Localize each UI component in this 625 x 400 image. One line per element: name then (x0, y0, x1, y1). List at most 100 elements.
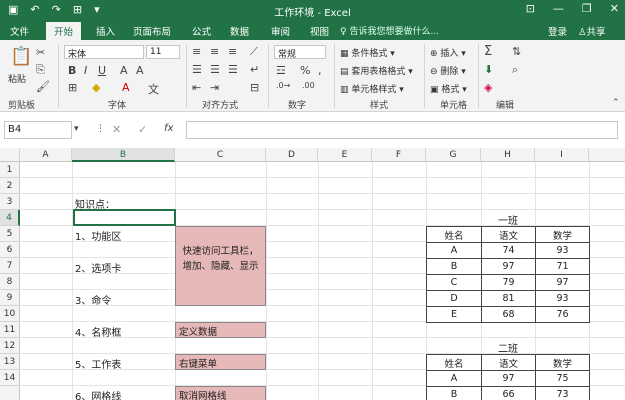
table-cell[interactable]: 66 (481, 386, 536, 400)
row-header[interactable]: 11 (0, 322, 20, 338)
table-cell[interactable]: 75 (535, 370, 590, 387)
enter-icon[interactable]: ✓ (138, 123, 147, 136)
border-icon[interactable]: ⊞ (68, 81, 77, 94)
row-header[interactable]: 5 (0, 226, 20, 242)
restore-button[interactable]: ❐ (582, 2, 592, 15)
percent-icon[interactable]: % (300, 64, 310, 77)
align-bottom-icon[interactable]: ≡ (228, 45, 237, 58)
tab-formulas[interactable]: 公式 (192, 24, 211, 38)
header-cell[interactable]: 姓名 (426, 226, 482, 243)
cell-b11[interactable]: 4、名称框 (75, 324, 121, 339)
cell-b14[interactable]: 6、网格线 (75, 388, 121, 400)
row-header[interactable]: 2 (0, 178, 20, 194)
worksheet-grid[interactable]: A B C D E F G H I 1 2 3 4 5 6 7 8 9 10 1… (0, 148, 625, 400)
tab-review[interactable]: 审阅 (271, 24, 290, 38)
login-button[interactable]: 登录 (548, 24, 567, 38)
row-header[interactable]: 13 (0, 354, 20, 370)
header-cell[interactable]: 姓名 (426, 354, 482, 371)
select-all-corner[interactable] (0, 148, 20, 162)
row-header[interactable]: 1 (0, 162, 20, 178)
clear-icon[interactable]: ◈ (484, 81, 492, 94)
table-cell[interactable]: 97 (535, 274, 590, 291)
header-cell[interactable]: 语文 (481, 354, 536, 371)
insert-cells-button[interactable]: ⊕ 插入 ▾ (430, 46, 466, 59)
column-header[interactable]: C (175, 148, 266, 162)
format-as-table-button[interactable]: ▤ 套用表格格式 ▾ (340, 64, 413, 77)
cell-b7[interactable]: 2、选项卡 (75, 260, 121, 275)
orientation-icon[interactable]: ⟋ (250, 45, 258, 59)
ribbon-options-icon[interactable]: ⊡ (526, 2, 535, 15)
cut-icon[interactable]: ✂ (36, 46, 45, 59)
insert-function-icon[interactable]: fx (164, 123, 173, 134)
tab-view[interactable]: 视图 (310, 24, 329, 38)
font-color-icon[interactable]: A (122, 81, 130, 94)
note-box-sheet[interactable]: 右键菜单 (175, 354, 266, 370)
delete-cells-button[interactable]: ⊖ 删除 ▾ (430, 64, 466, 77)
find-select-icon[interactable]: ⌕ (512, 63, 518, 77)
table-cell[interactable]: C (426, 274, 482, 291)
name-box-dropdown-icon[interactable]: ▾ (74, 124, 79, 134)
tab-home[interactable]: 开始 (46, 22, 82, 40)
autosum-icon[interactable]: Σ (484, 44, 492, 59)
column-header[interactable]: E (318, 148, 372, 162)
more-options-icon[interactable]: ⋮ (96, 124, 105, 134)
decrease-indent-icon[interactable]: ⇤ (192, 81, 201, 94)
align-top-icon[interactable]: ≡ (192, 45, 201, 58)
accounting-format-icon[interactable]: ☲ (276, 64, 286, 77)
table-cell[interactable]: 97 (481, 370, 536, 387)
cell-b13[interactable]: 5、工作表 (75, 356, 121, 371)
row-header[interactable]: 12 (0, 338, 20, 354)
header-cell[interactable]: 语文 (481, 226, 536, 243)
row-header[interactable]: 6 (0, 242, 20, 258)
paste-label[interactable]: 粘贴 (8, 72, 26, 85)
minimize-button[interactable]: — (553, 2, 564, 15)
header-cell[interactable]: 数学 (535, 226, 590, 243)
row-header[interactable]: 10 (0, 306, 20, 322)
table-cell[interactable]: 71 (535, 258, 590, 275)
row-header[interactable]: 14 (0, 370, 20, 386)
tab-data[interactable]: 数据 (230, 24, 249, 38)
column-header[interactable]: A (20, 148, 72, 162)
tab-file[interactable]: 文件 (10, 24, 29, 38)
column-header[interactable]: G (426, 148, 481, 162)
column-header[interactable]: H (481, 148, 535, 162)
phonetic-icon[interactable]: 文 (148, 81, 159, 97)
copy-icon[interactable]: ⎘ (36, 63, 45, 77)
cell-b9[interactable]: 3、命令 (75, 292, 111, 307)
table-cell[interactable]: 74 (481, 242, 536, 259)
comma-icon[interactable]: , (318, 64, 322, 77)
font-size-select[interactable]: 11 (146, 45, 180, 59)
table-cell[interactable]: 73 (535, 386, 590, 400)
share-button[interactable]: ♙共享 (578, 24, 606, 38)
table-cell[interactable]: E (426, 306, 482, 323)
formula-input[interactable] (186, 121, 618, 139)
cancel-icon[interactable]: ✕ (112, 123, 121, 136)
table-cell[interactable]: D (426, 290, 482, 307)
table-cell[interactable]: 81 (481, 290, 536, 307)
conditional-format-button[interactable]: ▦ 条件格式 ▾ (340, 46, 395, 59)
font-name-select[interactable]: 宋体 (64, 45, 144, 60)
sort-filter-icon[interactable]: ⇅ (512, 45, 521, 58)
merge-center-icon[interactable]: ⊟ (250, 81, 259, 94)
column-header[interactable]: D (266, 148, 318, 162)
table-cell[interactable]: 93 (535, 242, 590, 259)
row-header[interactable]: 4 (0, 210, 20, 226)
row-header[interactable]: 8 (0, 274, 20, 290)
font-shrink-icon[interactable]: A (136, 64, 144, 77)
bold-icon[interactable]: B (68, 64, 76, 77)
decrease-decimal-icon[interactable]: .00 (302, 81, 315, 90)
align-left-icon[interactable]: ☰ (192, 63, 202, 76)
note-box-qat[interactable]: 快速访问工具栏，增加、隐藏、显示 (175, 226, 266, 306)
collapse-ribbon-icon[interactable]: ⌃ (612, 98, 620, 108)
format-cells-button[interactable]: ▣ 格式 ▾ (430, 82, 467, 95)
underline-icon[interactable]: U (98, 64, 106, 77)
align-middle-icon[interactable]: ≡ (210, 45, 219, 58)
name-box[interactable]: B4 (4, 121, 72, 139)
table-cell[interactable]: B (426, 258, 482, 275)
fill-icon[interactable]: ⬇ (484, 63, 493, 76)
tell-me-box[interactable]: ♀ 告诉我您想要做什么... (340, 24, 439, 37)
cell-b5[interactable]: 1、功能区 (75, 228, 121, 243)
format-painter-icon[interactable]: 🖌 (36, 80, 50, 93)
table-cell[interactable]: 79 (481, 274, 536, 291)
header-cell[interactable]: 数学 (535, 354, 590, 371)
